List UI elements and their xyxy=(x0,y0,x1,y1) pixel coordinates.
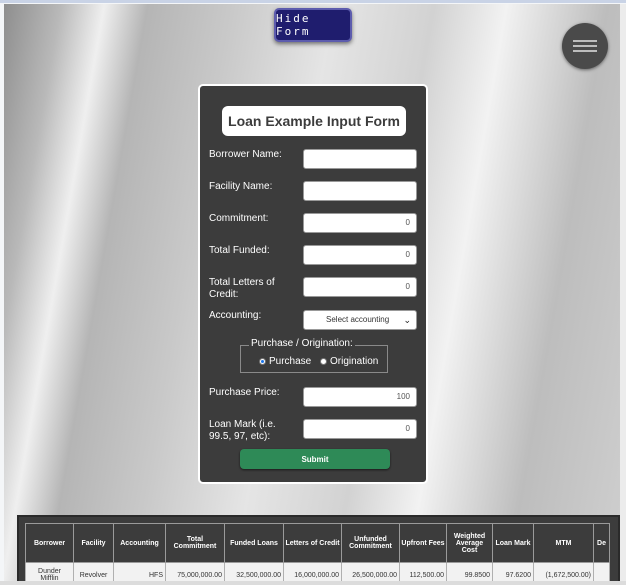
radio-unselected-icon xyxy=(320,358,327,365)
header-borrower[interactable]: Borrower xyxy=(25,523,74,563)
browser-viewport: Hide Form Loan Example Input Form Borrow… xyxy=(0,0,626,585)
submit-button[interactable]: Submit xyxy=(240,449,390,469)
chevron-down-icon: ⌄ xyxy=(403,315,411,325)
origination-radio-label: Origination xyxy=(330,356,379,367)
header-loan-mark[interactable]: Loan Mark xyxy=(492,523,534,563)
header-unfunded-commitment[interactable]: Unfunded Commitment xyxy=(341,523,400,563)
header-upfront-fees[interactable]: Upfront Fees xyxy=(399,523,447,563)
header-accounting[interactable]: Accounting xyxy=(113,523,166,563)
loan-input-form: Loan Example Input Form Borrower Name: F… xyxy=(198,84,428,484)
purchase-radio-label: Purchase xyxy=(269,356,312,367)
commitment-input[interactable]: 0 xyxy=(303,213,417,233)
accounting-select[interactable]: Select accounting ⌄ xyxy=(303,310,417,330)
commitment-label: Commitment: xyxy=(209,213,269,224)
loan-table: Borrower Facility Accounting Total Commi… xyxy=(25,523,610,585)
header-total-commitment[interactable]: Total Commitment xyxy=(165,523,225,563)
facility-name-label: Facility Name: xyxy=(209,181,273,192)
accounting-label: Accounting: xyxy=(209,310,262,321)
purchase-price-input[interactable]: 100 xyxy=(303,387,417,407)
purchase-price-label: Purchase Price: xyxy=(209,387,280,398)
horizontal-scrollbar[interactable] xyxy=(0,581,626,585)
table-header-row: Borrower Facility Accounting Total Commi… xyxy=(25,523,610,563)
borrower-name-input[interactable] xyxy=(303,149,417,169)
radio-selected-icon xyxy=(259,358,266,365)
total-letters-of-credit-label: Total Letters of Credit: xyxy=(209,277,275,300)
accounting-selected-value: Select accounting xyxy=(326,315,390,324)
total-funded-label: Total Funded: xyxy=(209,245,270,256)
header-funded-loans[interactable]: Funded Loans xyxy=(224,523,284,563)
total-funded-input[interactable]: 0 xyxy=(303,245,417,265)
total-letters-of-credit-input[interactable]: 0 xyxy=(303,277,417,297)
header-weighted-average-cost[interactable]: Weighted Average Cost xyxy=(446,523,493,563)
form-title: Loan Example Input Form xyxy=(222,106,406,136)
loan-mark-label: Loan Mark (i.e. 99.5, 97, etc): xyxy=(209,419,276,442)
facility-name-input[interactable] xyxy=(303,181,417,201)
purchase-origination-group: Purchase / Origination: Purchase Origina… xyxy=(240,338,388,373)
header-mtm[interactable]: MTM xyxy=(533,523,594,563)
purchase-origination-legend: Purchase / Origination: xyxy=(249,338,355,349)
purchase-radio[interactable]: Purchase xyxy=(259,356,311,367)
loan-table-container: Borrower Facility Accounting Total Commi… xyxy=(17,515,620,585)
loan-mark-input[interactable]: 0 xyxy=(303,419,417,439)
header-letters-of-credit[interactable]: Letters of Credit xyxy=(283,523,342,563)
header-facility[interactable]: Facility xyxy=(73,523,114,563)
menu-button[interactable] xyxy=(562,23,608,69)
top-border xyxy=(0,0,626,3)
vertical-scrollbar[interactable] xyxy=(620,4,626,585)
borrower-name-label: Borrower Name: xyxy=(209,149,282,160)
header-truncated[interactable]: De xyxy=(593,523,610,563)
hide-form-button[interactable]: Hide Form xyxy=(274,8,352,42)
origination-radio[interactable]: Origination xyxy=(320,356,378,367)
page-background: Hide Form Loan Example Input Form Borrow… xyxy=(4,4,620,585)
